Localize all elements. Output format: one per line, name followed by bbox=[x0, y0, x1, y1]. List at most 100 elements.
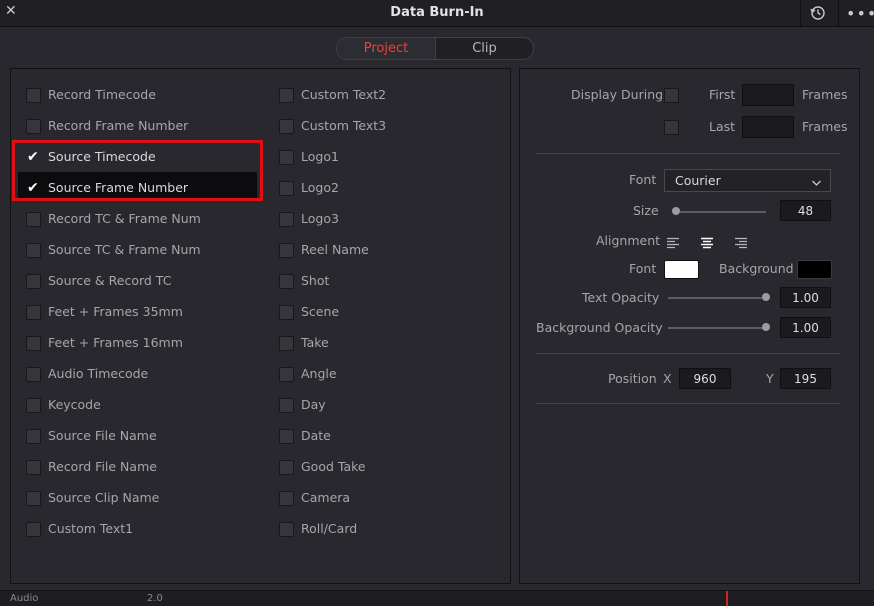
checkbox[interactable] bbox=[279, 336, 294, 351]
background-opacity-slider-knob[interactable] bbox=[762, 323, 770, 331]
display-during-first-checkbox[interactable] bbox=[664, 88, 679, 103]
size-slider-knob[interactable] bbox=[672, 207, 680, 215]
checkbox[interactable] bbox=[26, 491, 41, 506]
checkbox[interactable] bbox=[26, 243, 41, 258]
option-label[interactable]: Roll/Card bbox=[301, 521, 357, 536]
first-frames-input[interactable] bbox=[742, 84, 794, 106]
history-reset-icon[interactable] bbox=[808, 3, 828, 23]
option-label[interactable]: Feet + Frames 16mm bbox=[48, 335, 183, 350]
option-label[interactable]: Logo3 bbox=[301, 211, 339, 226]
frames-label: Frames bbox=[802, 87, 848, 102]
checkbox[interactable] bbox=[26, 274, 41, 289]
checkbox[interactable] bbox=[279, 429, 294, 444]
last-frames-input[interactable] bbox=[742, 116, 794, 138]
checkbox[interactable] bbox=[26, 119, 41, 134]
option-label[interactable]: Day bbox=[301, 397, 326, 412]
option-label[interactable]: Date bbox=[301, 428, 331, 443]
checkbox[interactable] bbox=[26, 367, 41, 382]
align-right-icon[interactable] bbox=[734, 234, 748, 253]
option-label[interactable]: Record TC & Frame Num bbox=[48, 211, 201, 226]
checkbox[interactable] bbox=[279, 460, 294, 475]
alignment-label: Alignment bbox=[596, 233, 661, 248]
font-dropdown-value: Courier bbox=[675, 173, 721, 188]
option-label[interactable]: Logo2 bbox=[301, 180, 339, 195]
tab-clip[interactable]: Clip bbox=[436, 38, 533, 59]
option-label[interactable]: Source & Record TC bbox=[48, 273, 171, 288]
option-label[interactable]: Keycode bbox=[48, 397, 101, 412]
option-label[interactable]: Camera bbox=[301, 490, 350, 505]
checkbox[interactable] bbox=[279, 367, 294, 382]
playhead bbox=[726, 591, 728, 606]
option-label[interactable]: Record Frame Number bbox=[48, 118, 188, 133]
audio-track-label: Audio bbox=[10, 593, 39, 604]
checkbox[interactable] bbox=[279, 119, 294, 134]
option-label[interactable]: Custom Text1 bbox=[48, 521, 133, 536]
text-opacity-slider[interactable] bbox=[668, 297, 766, 299]
position-x-value: 960 bbox=[693, 372, 717, 386]
checkbox[interactable] bbox=[279, 243, 294, 258]
checkbox[interactable] bbox=[279, 305, 294, 320]
checkbox[interactable] bbox=[279, 491, 294, 506]
background-opacity-input[interactable]: 1.00 bbox=[780, 317, 831, 338]
font-color-swatch[interactable] bbox=[664, 260, 699, 279]
text-opacity-value: 1.00 bbox=[792, 291, 819, 305]
checkbox[interactable] bbox=[279, 274, 294, 289]
position-x-input[interactable]: 960 bbox=[679, 368, 731, 389]
align-center-icon[interactable] bbox=[700, 234, 714, 253]
last-label: Last bbox=[709, 119, 736, 134]
text-opacity-slider-knob[interactable] bbox=[762, 293, 770, 301]
divider bbox=[536, 353, 841, 354]
font-dropdown[interactable]: Courier bbox=[664, 169, 831, 192]
option-label[interactable]: Angle bbox=[301, 366, 337, 381]
checkbox[interactable] bbox=[279, 181, 294, 196]
checkbox[interactable] bbox=[279, 212, 294, 227]
size-slider[interactable] bbox=[676, 211, 766, 213]
text-opacity-input[interactable]: 1.00 bbox=[780, 287, 831, 308]
checkbox[interactable] bbox=[26, 212, 41, 227]
option-label[interactable]: Feet + Frames 35mm bbox=[48, 304, 183, 319]
option-label[interactable]: Audio Timecode bbox=[48, 366, 148, 381]
checkbox[interactable] bbox=[26, 88, 41, 103]
audio-channel-label: 2.0 bbox=[147, 593, 163, 604]
close-icon[interactable]: ✕ bbox=[5, 3, 17, 19]
tab-project[interactable]: Project bbox=[337, 38, 436, 59]
checkbox[interactable] bbox=[279, 150, 294, 165]
position-y-input[interactable]: 195 bbox=[780, 368, 831, 389]
option-label[interactable]: Shot bbox=[301, 273, 329, 288]
annotation-highlight-box bbox=[12, 140, 263, 201]
checkbox[interactable] bbox=[279, 522, 294, 537]
more-options-icon[interactable]: ••• bbox=[846, 4, 874, 23]
option-label[interactable]: Record File Name bbox=[48, 459, 157, 474]
timeline-strip: Audio 2.0 bbox=[0, 590, 874, 606]
checkbox[interactable] bbox=[26, 460, 41, 475]
divider bbox=[536, 153, 841, 154]
option-label[interactable]: Custom Text2 bbox=[301, 87, 386, 102]
position-y-label: Y bbox=[766, 371, 774, 386]
checkbox[interactable] bbox=[26, 336, 41, 351]
title-divider bbox=[800, 0, 801, 26]
display-during-last-checkbox[interactable] bbox=[664, 120, 679, 135]
checkbox[interactable] bbox=[279, 398, 294, 413]
checkbox[interactable] bbox=[26, 305, 41, 320]
checkbox[interactable] bbox=[279, 88, 294, 103]
option-label[interactable]: Take bbox=[301, 335, 329, 350]
option-label[interactable]: Custom Text3 bbox=[301, 118, 386, 133]
title-divider bbox=[838, 0, 839, 26]
checkbox[interactable] bbox=[26, 522, 41, 537]
checkbox[interactable] bbox=[26, 398, 41, 413]
align-left-icon[interactable] bbox=[666, 234, 680, 253]
option-label[interactable]: Good Take bbox=[301, 459, 366, 474]
option-label[interactable]: Record Timecode bbox=[48, 87, 156, 102]
option-label[interactable]: Logo1 bbox=[301, 149, 339, 164]
position-x-label: X bbox=[663, 371, 672, 386]
option-label[interactable]: Source TC & Frame Num bbox=[48, 242, 201, 257]
background-color-swatch[interactable] bbox=[797, 260, 832, 279]
option-label[interactable]: Source File Name bbox=[48, 428, 157, 443]
background-opacity-slider[interactable] bbox=[668, 327, 766, 329]
checkbox[interactable] bbox=[26, 429, 41, 444]
option-label[interactable]: Scene bbox=[301, 304, 339, 319]
option-label[interactable]: Reel Name bbox=[301, 242, 369, 257]
size-input[interactable]: 48 bbox=[780, 200, 831, 221]
option-label[interactable]: Source Clip Name bbox=[48, 490, 159, 505]
font-label: Font bbox=[629, 172, 657, 187]
